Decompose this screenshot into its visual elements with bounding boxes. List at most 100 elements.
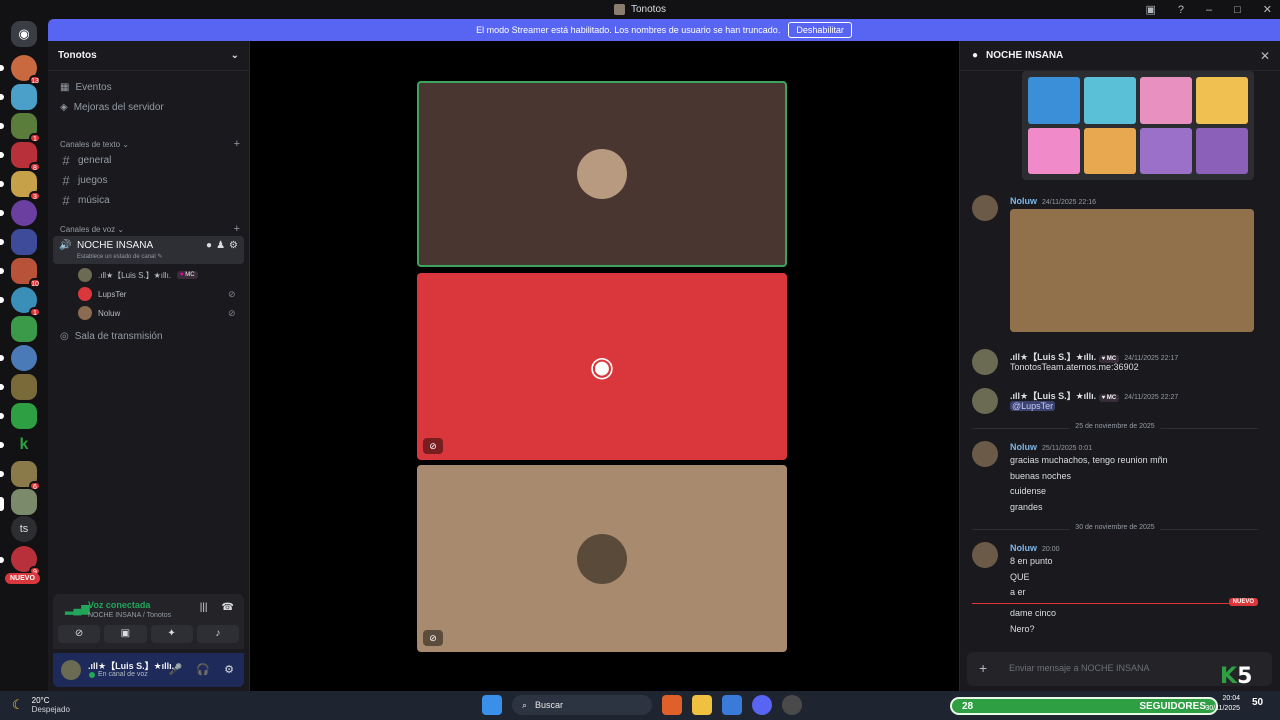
server-icon[interactable] (11, 200, 37, 226)
soundboard-button[interactable]: ♪ (196, 625, 239, 643)
gear-icon[interactable]: ⚙ (229, 240, 238, 251)
server-icon[interactable]: 8 (11, 142, 41, 172)
close-icon[interactable]: ✕ (1260, 49, 1270, 63)
weather-widget[interactable]: ☾ 20°C Despejado (12, 696, 70, 714)
followers-label: SEGUIDORES (1139, 700, 1206, 712)
calendar-icon: ▦ (60, 82, 70, 93)
avatar[interactable] (61, 660, 81, 680)
app-icon[interactable] (782, 695, 802, 715)
channel-juegos[interactable]: # juegos (60, 173, 107, 188)
avatar[interactable] (972, 441, 998, 467)
server-icon[interactable]: 10 (11, 258, 41, 288)
text-category[interactable]: Canales de texto ⌄ + (60, 138, 240, 150)
server-icon[interactable] (11, 403, 37, 429)
invite-icon[interactable]: ♟ (216, 240, 225, 251)
participant-tile[interactable]: ◉ ⊘ (417, 273, 787, 460)
discord-home-icon[interactable]: ◉ (11, 21, 37, 47)
unread-pill (0, 268, 4, 274)
activities-button[interactable]: ✦ (150, 625, 193, 643)
signal-icon[interactable]: ▂▄▆ (65, 602, 90, 616)
avatar[interactable] (972, 388, 998, 414)
server-icon[interactable]: 1 (11, 113, 41, 143)
voice-user[interactable]: LupsTer ⊘ (78, 287, 236, 301)
attach-plus-icon[interactable]: + (979, 660, 987, 676)
voice-user[interactable]: Noluw ⊘ (78, 306, 236, 320)
avatar[interactable] (972, 195, 998, 221)
screen-share-button[interactable]: ▣ (104, 625, 147, 643)
avatar[interactable] (972, 542, 998, 568)
channel-musica[interactable]: # música (60, 193, 109, 208)
events-item[interactable]: ▦ Eventos (60, 82, 112, 93)
participant-tile-speaking[interactable] (417, 81, 787, 267)
server-icon[interactable] (11, 229, 37, 255)
inbox-icon[interactable]: ▣ (1145, 3, 1155, 16)
server-icon-tonotos[interactable] (11, 489, 37, 515)
help-icon[interactable]: ? (1178, 4, 1184, 16)
moon-icon: ☾ (12, 697, 24, 712)
unread-pill (0, 181, 4, 187)
close-button[interactable]: ✕ (1263, 3, 1272, 16)
channel-status[interactable]: Establece un estado de canal ✎ (77, 253, 162, 260)
add-channel-icon[interactable]: + (234, 223, 240, 235)
voice-user[interactable]: .ıll★【Luis S.】★ıllı. ♥ MC (78, 268, 198, 282)
clock-time: 20:04 (1222, 695, 1240, 702)
message-author[interactable]: Noluw 24/11/2025 22:16 (1010, 196, 1096, 206)
online-indicator (89, 672, 95, 678)
heart-icon: ♥ (180, 272, 184, 278)
image-attachment[interactable] (1022, 71, 1254, 180)
gear-icon[interactable]: ⚙ (224, 663, 234, 676)
server-icon-ts[interactable]: ts (11, 516, 37, 542)
minimize-button[interactable]: – (1206, 4, 1212, 16)
user-mention[interactable]: @LupsTer (1010, 401, 1056, 411)
voice-location[interactable]: NOCHE INSANA / Tonotos (88, 612, 171, 619)
voice-category[interactable]: Canales de voz ⌄ + (60, 223, 240, 235)
weather-temp: 20°C (31, 696, 50, 705)
add-channel-icon[interactable]: + (234, 138, 240, 150)
store-icon[interactable] (722, 695, 742, 715)
maximize-button[interactable]: □ (1234, 4, 1241, 16)
message-time: 24/11/2025 22:27 (1124, 394, 1179, 401)
mic-icon[interactable]: 🎤 (169, 663, 183, 676)
image-attachment[interactable] (1010, 209, 1254, 332)
disconnect-icon[interactable]: ☎ (222, 602, 234, 613)
stage-channel[interactable]: ◎ Sala de transmisión (60, 331, 163, 342)
message-author[interactable]: Noluw 25/11/2025 0:01 (1010, 442, 1092, 452)
file-explorer-icon[interactable] (692, 695, 712, 715)
boosts-item[interactable]: ◈ Mejoras del servidor (60, 102, 164, 113)
headphones-icon[interactable]: 🎧 (196, 663, 210, 676)
user-controls: 🎤 🎧 ⚙ (169, 663, 234, 676)
discord-taskbar-icon[interactable] (752, 695, 772, 715)
disable-streamer-button[interactable]: Deshabilitar (788, 22, 852, 38)
voice-category-label: Canales de voz (60, 224, 116, 234)
channel-general[interactable]: # general (60, 153, 111, 168)
windows-start-icon[interactable] (482, 695, 502, 715)
server-icon[interactable]: 3 (11, 171, 41, 201)
server-icon[interactable]: 13 (11, 55, 41, 85)
avatar[interactable] (972, 349, 998, 375)
unread-pill (0, 413, 4, 419)
noise-suppression-icon[interactable]: ||| (200, 602, 208, 613)
message-author[interactable]: Noluw 20:00 (1010, 543, 1060, 553)
voice-channel-noche-insana[interactable]: 🔊 NOCHE INSANA Establece un estado de ca… (53, 236, 244, 264)
mention-badge: 10 (29, 278, 41, 288)
server-icon[interactable] (11, 345, 37, 371)
server-icon[interactable]: 9 (11, 546, 41, 576)
server-icon[interactable] (11, 84, 37, 110)
system-clock[interactable]: 20:04 30/11/2025 (1205, 694, 1240, 714)
voice-user-name: .ıll★【Luis S.】★ıllı. (98, 270, 172, 280)
server-icon[interactable] (11, 316, 37, 342)
server-icon[interactable]: 6 (11, 461, 41, 491)
server-icon[interactable]: 1 (11, 287, 41, 317)
server-icon[interactable] (11, 374, 37, 400)
participant-tile[interactable]: ⊘ (417, 465, 787, 652)
guild-header[interactable]: Tonotos ⌄ (48, 41, 249, 71)
brave-browser-icon[interactable] (662, 695, 682, 715)
message-input[interactable]: Enviar mensaje a NOCHE INSANA (1009, 663, 1150, 673)
server-icon[interactable]: k (11, 432, 37, 458)
weather-desc: Despejado (31, 705, 70, 714)
camera-off-button[interactable]: ⊘ (58, 625, 101, 643)
taskbar-search[interactable]: ⌕ Buscar (512, 695, 652, 715)
chat-icon[interactable]: ● (206, 240, 212, 251)
chat-title: NOCHE INSANA (986, 50, 1064, 61)
message-text: Nero? (1010, 624, 1035, 634)
